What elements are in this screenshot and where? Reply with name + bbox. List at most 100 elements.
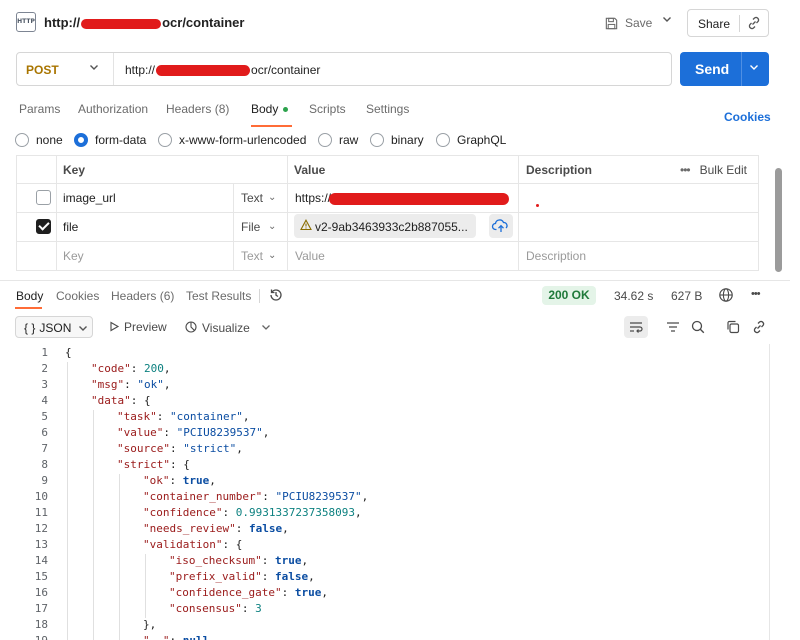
tab-body[interactable]: Body: [251, 102, 289, 116]
request-url-bar: POST http:// ocr/container: [16, 52, 672, 86]
indent-guide: [119, 474, 120, 490]
visualize-options-button[interactable]: [261, 321, 271, 335]
visualize-icon: [185, 321, 197, 333]
save-button[interactable]: Save: [604, 11, 652, 35]
table-border: [16, 270, 759, 271]
code-text: "source": "strict",: [117, 442, 243, 455]
send-options-button[interactable]: [749, 62, 759, 75]
network-info-button[interactable]: [718, 287, 734, 306]
save-options-button[interactable]: [662, 14, 672, 27]
row-type-select[interactable]: File: [241, 220, 260, 234]
tab-params[interactable]: Params: [19, 102, 60, 116]
table-border: [16, 155, 17, 271]
row-enable-checkbox-checked[interactable]: [36, 219, 51, 234]
tab-authorization[interactable]: Authorization: [78, 102, 148, 116]
preview-label: Preview: [124, 320, 167, 334]
upload-file-button[interactable]: [489, 214, 513, 238]
code-line: 1{: [0, 346, 780, 362]
tab-headers[interactable]: Headers (8): [166, 102, 229, 116]
code-text: "strict": {: [117, 458, 190, 471]
filter-button[interactable]: [665, 319, 681, 338]
response-scrollbar[interactable]: [769, 344, 770, 640]
row-enable-checkbox[interactable]: [36, 190, 51, 205]
response-tab-body[interactable]: Body: [16, 289, 43, 303]
response-tab-test-results[interactable]: Test Results: [186, 289, 251, 303]
method-select[interactable]: POST: [26, 63, 59, 77]
visualize-button[interactable]: Visualize: [184, 320, 250, 335]
share-divider: [739, 15, 740, 32]
more-icon[interactable]: •••: [751, 288, 761, 300]
copy-button[interactable]: [725, 319, 741, 338]
new-type-select[interactable]: Text: [241, 249, 263, 263]
indent-guide: [93, 458, 94, 474]
preview-button[interactable]: Preview: [109, 320, 167, 334]
play-icon: [110, 321, 120, 332]
radio-none[interactable]: none: [15, 133, 63, 147]
new-key-placeholder[interactable]: Key: [63, 249, 84, 263]
active-tab-underline: [15, 307, 42, 309]
response-history-button[interactable]: [268, 287, 284, 306]
response-time[interactable]: 34.62 s: [614, 289, 653, 303]
radio-button: [436, 133, 450, 147]
wrap-lines-button[interactable]: [624, 316, 648, 338]
new-value-placeholder[interactable]: Value: [295, 249, 325, 263]
indent-guide: [145, 570, 146, 586]
form-data-table: Key Value Description ••• Bulk Edit image…: [16, 155, 759, 272]
body-type-radio-group: none form-data x-www-form-urlencoded raw…: [15, 133, 575, 151]
tab-settings[interactable]: Settings: [366, 102, 409, 116]
indent-guide: [67, 362, 68, 378]
link-icon: [748, 16, 760, 30]
line-number: 2: [41, 362, 48, 375]
indent-guide: [67, 634, 68, 640]
redaction-mark: [536, 204, 539, 207]
copy-link-button[interactable]: [746, 15, 762, 34]
response-tab-headers[interactable]: Headers (6): [111, 289, 174, 303]
radio-raw[interactable]: raw: [318, 133, 358, 147]
status-badge[interactable]: 200 OK: [542, 286, 596, 305]
url-input[interactable]: http:// ocr/container: [125, 63, 320, 77]
request-title[interactable]: http:// ocr/container: [44, 15, 244, 30]
response-size[interactable]: 627 B: [671, 289, 702, 303]
search-button[interactable]: [690, 319, 706, 338]
radio-binary[interactable]: binary: [370, 133, 424, 147]
url-prefix: http://: [125, 63, 156, 77]
row-value-input[interactable]: https://: [295, 191, 510, 205]
indent-guide: [93, 634, 94, 640]
response-format-select[interactable]: { } JSON: [15, 316, 93, 338]
code-line: 13 "validation": {: [0, 538, 780, 554]
table-border: [233, 184, 234, 270]
radio-button-selected: [74, 133, 88, 147]
radio-graphql[interactable]: GraphQL: [436, 133, 506, 147]
filter-icon: [667, 322, 679, 332]
radio-form-data[interactable]: form-data: [74, 133, 146, 147]
selected-file-chip[interactable]: v2-9ab3463933c2b887055...: [294, 214, 476, 238]
code-text: },: [143, 618, 157, 631]
code-text: "confidence": 0.9931337237358093,: [143, 506, 362, 519]
code-line: 15 "prefix_valid": false,: [0, 570, 780, 586]
params-scrollbar[interactable]: [775, 168, 782, 272]
code-text: "code": 200,: [91, 362, 171, 375]
response-tab-cookies[interactable]: Cookies: [56, 289, 99, 303]
method-divider: [113, 53, 114, 85]
copy-link-button[interactable]: [751, 319, 767, 338]
method-dropdown[interactable]: [89, 62, 99, 75]
send-button[interactable]: Send: [695, 61, 729, 77]
share-button[interactable]: Share: [698, 17, 730, 31]
table-border: [16, 241, 759, 242]
request-titlebar: HTTP http:// ocr/container Save Share: [0, 0, 800, 44]
bulk-edit-button[interactable]: ••• Bulk Edit: [680, 163, 747, 177]
indent-guide: [67, 554, 68, 570]
upload-cloud-icon: [491, 219, 508, 232]
tab-scripts[interactable]: Scripts: [309, 102, 346, 116]
cookies-link[interactable]: Cookies: [724, 110, 771, 124]
row-key-input[interactable]: file: [63, 220, 78, 234]
radio-x-www-form-urlencoded[interactable]: x-www-form-urlencoded: [158, 133, 306, 147]
row-type-select[interactable]: Text: [241, 191, 263, 205]
response-body-viewer[interactable]: 1{2 "code": 200, 3 "msg": "ok", 4 "data": {5 "…: [0, 344, 780, 640]
wrap-lines-icon: [630, 322, 643, 333]
indent-guide: [67, 506, 68, 522]
row-key-input[interactable]: image_url: [63, 191, 116, 205]
line-number: 14: [34, 554, 48, 567]
indent-guide: [67, 442, 68, 458]
new-description-placeholder[interactable]: Description: [526, 249, 586, 263]
